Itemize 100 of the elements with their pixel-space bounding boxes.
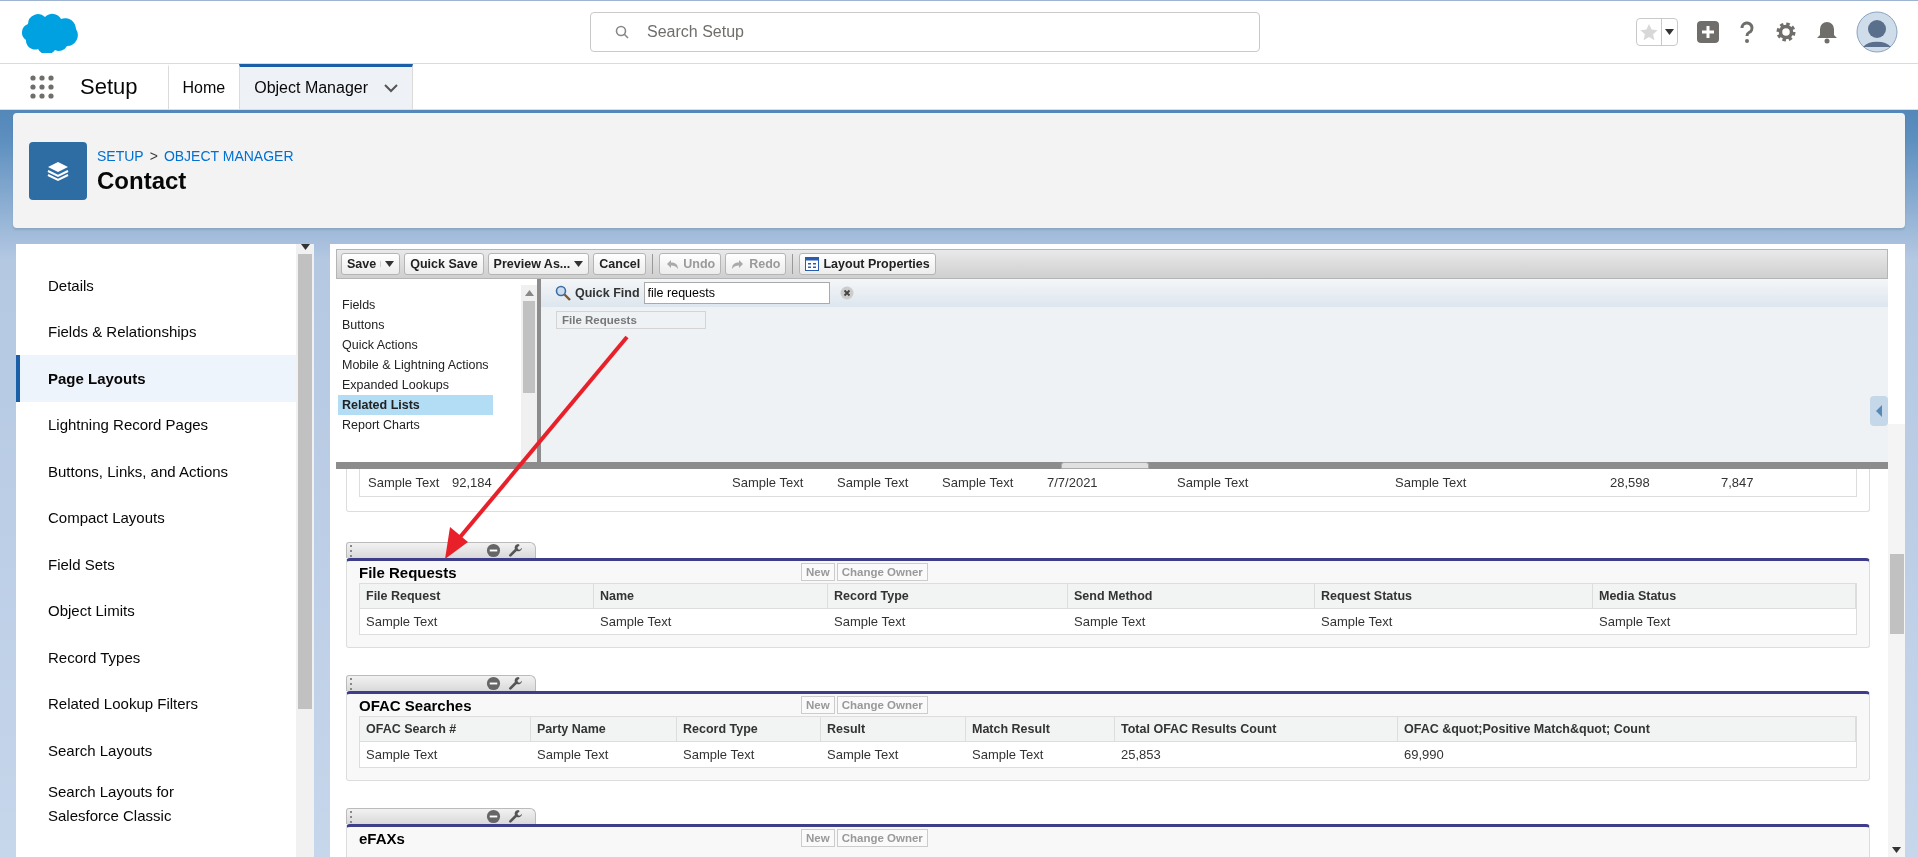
table-icon	[805, 257, 820, 271]
breadcrumb-link[interactable]: OBJECT MANAGER	[163, 147, 294, 164]
resize-handle[interactable]	[1061, 462, 1149, 469]
caret-icon	[574, 261, 584, 267]
cloud-logo[interactable]	[20, 11, 80, 53]
toolbar-button[interactable]: Layout Properties	[799, 253, 936, 275]
bell-icon[interactable]	[1816, 20, 1838, 44]
scroll-thumb[interactable]	[523, 301, 535, 393]
drag-handle-icon[interactable]	[350, 677, 354, 690]
caret-icon	[300, 244, 310, 250]
app-launcher-icon[interactable]	[30, 74, 54, 99]
table-cell-text: Sample Text	[971, 746, 1045, 764]
table-cell-text: Sample Text	[833, 613, 907, 631]
section-handle[interactable]	[346, 675, 536, 691]
avatar-icon[interactable]	[1856, 11, 1898, 53]
table-cell-text: Sample Text	[599, 613, 673, 631]
table-cell-text: Sample Text	[942, 475, 1015, 490]
table-cell-text: Sample Text	[1598, 613, 1672, 631]
palette-category[interactable]: Quick Actions	[338, 335, 493, 355]
table-cell-text: 7/7/2021	[1047, 475, 1099, 490]
undo-arrow-icon	[665, 258, 680, 270]
help-icon[interactable]	[1738, 20, 1756, 44]
column-header: Result	[821, 717, 966, 742]
sidebar-item[interactable]: Related Lookup Filters	[16, 680, 296, 727]
collapse-tab-icon[interactable]	[1870, 396, 1888, 426]
sidebar-item[interactable]: Page Layouts	[16, 355, 296, 402]
column-header: File Request	[360, 584, 594, 609]
palette-category[interactable]: Expanded Lookups	[338, 375, 493, 395]
column-header: Record Type	[828, 584, 1068, 609]
section-title: eFAXs	[358, 829, 406, 847]
quick-find-label: Quick Find	[575, 286, 640, 300]
minus-icon[interactable]	[486, 543, 501, 558]
table-cell-text: 28,598	[1610, 475, 1651, 490]
table-cell-text: Sample Text	[368, 475, 441, 490]
quick-find-field[interactable]: file requests	[643, 282, 830, 304]
section-handle[interactable]	[346, 808, 536, 824]
app-name: Setup	[80, 73, 138, 100]
layers-icon	[29, 141, 87, 200]
sidebar-item[interactable]: Object Limits	[16, 587, 296, 634]
section-title: OFAC Searches	[358, 696, 473, 714]
chevron-down-icon[interactable]	[384, 83, 399, 93]
settings-icon[interactable]	[1774, 20, 1798, 44]
table-cell-text: Sample Text	[732, 475, 805, 490]
sidebar-item[interactable]: Buttons, Links, and Actions	[16, 448, 296, 495]
toolbar-button[interactable]: Save	[341, 253, 401, 275]
toolbar-button[interactable]: Quick Save	[404, 253, 484, 275]
sidebar-item[interactable]: Lightning Record Pages	[16, 401, 296, 448]
sidebar-item[interactable]: Search Layouts	[16, 727, 296, 774]
palette-category[interactable]: Mobile & Lightning Actions	[338, 355, 493, 375]
section-title: File Requests	[358, 563, 458, 581]
caret-up-icon[interactable]	[524, 290, 534, 296]
sidebar-item[interactable]: Details	[16, 262, 296, 309]
table-cell-text: Sample Text	[1177, 475, 1250, 490]
dropdown-caret-icon	[1665, 29, 1674, 35]
column-header: OFAC &quot;Positive Match&quot; Count	[1398, 717, 1856, 742]
scrollbar[interactable]	[296, 244, 314, 857]
minus-icon[interactable]	[486, 676, 501, 691]
column-header: Total OFAC Results Count	[1115, 717, 1398, 742]
palette-category[interactable]: Related Lists	[338, 395, 493, 415]
table-cell-text: Sample Text	[1395, 475, 1468, 490]
palette-item[interactable]: File Requests	[556, 311, 706, 329]
drag-handle-icon[interactable]	[350, 544, 354, 557]
table-cell-text: Sample Text	[1073, 613, 1147, 631]
sidebar-item[interactable]: Record Types	[16, 634, 296, 681]
add-icon[interactable]	[1696, 20, 1720, 44]
toolbar-button[interactable]: Preview As...	[487, 253, 590, 275]
sidebar-item[interactable]: Field Sets	[16, 541, 296, 588]
breadcrumb-separator: >	[149, 147, 158, 164]
palette-category[interactable]: Fields	[338, 295, 493, 315]
scroll-thumb[interactable]	[298, 254, 312, 709]
table-cell-text: Sample Text	[365, 613, 439, 631]
page-title: Contact	[97, 166, 188, 195]
scrollbar[interactable]	[1888, 424, 1905, 857]
table-cell-text: 7,847	[1721, 475, 1755, 490]
nav-tab[interactable]: Object Manager	[239, 64, 414, 109]
wrench-icon[interactable]	[508, 543, 523, 558]
palette-category[interactable]: Buttons	[338, 315, 493, 335]
search-field[interactable]: Search Setup	[590, 12, 1260, 52]
scroll-thumb[interactable]	[1889, 554, 1904, 634]
clear-icon[interactable]	[839, 286, 854, 300]
section-handle[interactable]	[346, 542, 536, 558]
sidebar-item[interactable]: Fields & Relationships	[16, 308, 296, 355]
column-header: Record Type	[677, 717, 821, 742]
scrollbar[interactable]	[521, 285, 537, 462]
column-header: Request Status	[1315, 584, 1593, 609]
toolbar-button[interactable]: Cancel	[593, 253, 647, 275]
wrench-icon[interactable]	[508, 676, 523, 691]
sidebar-item[interactable]: Compact Layouts	[16, 494, 296, 541]
table-cell-text: 25,853	[1120, 746, 1162, 764]
favorites-button[interactable]	[1636, 18, 1678, 46]
palette-category[interactable]: Report Charts	[338, 415, 493, 435]
table-cell-text: 92,184	[452, 475, 493, 490]
minus-icon[interactable]	[486, 809, 501, 824]
wrench-icon[interactable]	[508, 809, 523, 824]
table-cell-text: Sample Text	[365, 746, 439, 764]
column-header: Media Status	[1593, 584, 1856, 609]
breadcrumb-link[interactable]: SETUP	[97, 147, 144, 164]
sidebar-item[interactable]: Search Layouts for Salesforce Classic	[16, 773, 296, 834]
drag-handle-icon[interactable]	[350, 810, 354, 823]
redo-arrow-icon	[731, 258, 746, 270]
